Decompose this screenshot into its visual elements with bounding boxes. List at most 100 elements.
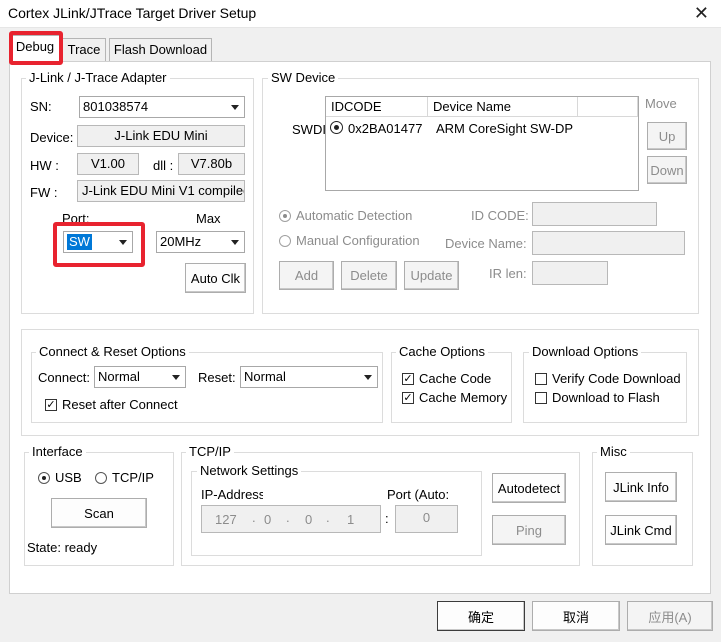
chevron-down-icon bbox=[167, 368, 184, 386]
tab-trace-label: Trace bbox=[67, 42, 101, 57]
max-label: Max bbox=[196, 211, 221, 226]
move-up-button[interactable]: Up bbox=[647, 122, 687, 150]
connection-state: State: ready bbox=[27, 540, 98, 555]
adapter-group-title: J-Link / J-Trace Adapter bbox=[26, 71, 170, 85]
ip-octet-2: 0 bbox=[264, 512, 272, 527]
connect-select[interactable]: Normal bbox=[94, 366, 186, 388]
autodetect-button[interactable]: Autodetect bbox=[492, 473, 566, 503]
jlink-cmd-button[interactable]: JLink Cmd bbox=[605, 515, 677, 545]
download-options-group bbox=[523, 352, 687, 423]
ir-len-input[interactable] bbox=[532, 261, 608, 285]
port-input[interactable]: 0 bbox=[395, 505, 458, 533]
download-options-group-title: Download Options bbox=[529, 345, 642, 359]
connect-value: Normal bbox=[98, 369, 140, 384]
title-bar: Cortex JLink/JTrace Target Driver Setup … bbox=[0, 0, 721, 28]
selected-device-icon bbox=[330, 121, 343, 134]
verify-code-download-checkbox[interactable] bbox=[535, 373, 547, 385]
ok-button[interactable]: 确定 bbox=[437, 601, 525, 631]
cache-code-label: Cache Code bbox=[419, 371, 492, 386]
delete-button[interactable]: Delete bbox=[341, 261, 397, 290]
network-settings-title: Network Settings bbox=[197, 464, 302, 478]
tab-flash-download[interactable]: Flash Download bbox=[109, 38, 212, 62]
cache-options-group-title: Cache Options bbox=[396, 345, 488, 359]
device-name: ARM CoreSight SW-DP bbox=[436, 121, 574, 136]
ip-octet-4: 1 bbox=[347, 512, 355, 527]
chevron-down-icon bbox=[359, 368, 376, 386]
ip-dot-separator: . bbox=[252, 510, 256, 525]
connect-reset-group-title: Connect & Reset Options bbox=[36, 345, 189, 359]
sw-device-list[interactable]: IDCODE Device Name 0x2BA01477 ARM CoreSi… bbox=[325, 96, 639, 191]
reset-value: Normal bbox=[244, 369, 286, 384]
scan-button[interactable]: Scan bbox=[51, 498, 147, 528]
column-device-name[interactable]: Device Name bbox=[428, 97, 578, 117]
sn-label: SN: bbox=[30, 99, 52, 114]
fw-label: FW : bbox=[30, 185, 58, 200]
cache-code-checkbox[interactable]: ✓ bbox=[402, 373, 414, 385]
ir-len-label: IR len: bbox=[489, 266, 527, 281]
device-field: J-Link EDU Mini bbox=[77, 125, 245, 147]
cache-options-group bbox=[391, 352, 512, 423]
chevron-down-icon bbox=[226, 233, 243, 251]
interface-group-title: Interface bbox=[29, 445, 86, 459]
ip-address-label: IP-Address bbox=[201, 487, 263, 502]
id-code-input[interactable] bbox=[532, 202, 657, 226]
apply-button[interactable]: 应用(A) bbox=[627, 601, 713, 631]
usb-label: USB bbox=[55, 470, 82, 485]
tcpip-radio[interactable] bbox=[95, 472, 107, 484]
move-down-button[interactable]: Down bbox=[647, 156, 687, 184]
max-clock-value: 20MHz bbox=[160, 234, 202, 249]
column-idcode[interactable]: IDCODE bbox=[326, 97, 428, 117]
sw-device-group-title: SW Device bbox=[268, 71, 339, 85]
manual-configuration-radio[interactable] bbox=[279, 235, 291, 247]
device-name-label: Device Name: bbox=[445, 236, 527, 251]
reset-after-connect-checkbox[interactable]: ✓ bbox=[45, 399, 57, 411]
device-idcode: 0x2BA01477 bbox=[348, 121, 423, 136]
dll-label: dll : bbox=[153, 158, 174, 173]
device-label: Device: bbox=[30, 130, 74, 145]
port-highlight bbox=[53, 222, 145, 267]
sn-select[interactable]: 801038574 bbox=[79, 96, 245, 118]
ping-button[interactable]: Ping bbox=[492, 515, 566, 545]
tcpip-radio-label: TCP/IP bbox=[112, 470, 154, 485]
port-auto-label: Port (Auto: bbox=[387, 487, 450, 502]
debug-tab-highlight bbox=[9, 31, 63, 65]
reset-select[interactable]: Normal bbox=[240, 366, 378, 388]
hw-field: V1.00 bbox=[77, 153, 139, 175]
window-title: Cortex JLink/JTrace Target Driver Setup bbox=[8, 5, 257, 21]
auto-clk-button[interactable]: Auto Clk bbox=[185, 263, 246, 293]
cache-memory-label: Cache Memory bbox=[419, 390, 508, 405]
ip-address-input[interactable]: 127 . 0 . 0 . 1 bbox=[201, 505, 381, 533]
port-colon: : bbox=[385, 511, 389, 526]
jlink-info-button[interactable]: JLink Info bbox=[605, 472, 677, 502]
add-button[interactable]: Add bbox=[279, 261, 334, 290]
download-to-flash-label: Download to Flash bbox=[552, 390, 660, 405]
max-clock-select[interactable]: 20MHz bbox=[156, 231, 245, 253]
usb-radio[interactable] bbox=[38, 472, 50, 484]
update-button[interactable]: Update bbox=[404, 261, 459, 290]
manual-configuration-label: Manual Configuration bbox=[296, 233, 420, 248]
column-empty bbox=[578, 97, 638, 117]
cancel-button[interactable]: 取消 bbox=[532, 601, 620, 631]
fw-field: J-Link EDU Mini V1 compiled bbox=[77, 180, 245, 202]
device-name-input[interactable] bbox=[532, 231, 685, 255]
tab-trace[interactable]: Trace bbox=[62, 38, 106, 62]
cache-memory-checkbox[interactable]: ✓ bbox=[402, 392, 414, 404]
automatic-detection-radio[interactable] bbox=[279, 210, 291, 222]
ip-dot-separator: . bbox=[326, 510, 330, 525]
chevron-down-icon bbox=[226, 98, 243, 116]
id-code-label: ID CODE: bbox=[471, 208, 529, 223]
close-icon[interactable]: ✕ bbox=[694, 2, 709, 24]
tab-flash-download-label: Flash Download bbox=[113, 42, 208, 57]
automatic-detection-label: Automatic Detection bbox=[296, 208, 413, 223]
sn-value: 801038574 bbox=[83, 99, 149, 114]
ip-octet-1: 127 bbox=[215, 512, 237, 527]
verify-code-download-label: Verify Code Download bbox=[552, 371, 681, 386]
ip-octet-3: 0 bbox=[305, 512, 313, 527]
swdi-label: SWDI bbox=[292, 122, 326, 137]
reset-after-connect-label: Reset after Connect bbox=[62, 397, 178, 412]
tcpip-group-title: TCP/IP bbox=[186, 445, 234, 459]
misc-group bbox=[592, 452, 693, 566]
list-item[interactable]: 0x2BA01477 ARM CoreSight SW-DP bbox=[330, 121, 636, 139]
dll-field: V7.80b bbox=[178, 153, 245, 175]
download-to-flash-checkbox[interactable] bbox=[535, 392, 547, 404]
